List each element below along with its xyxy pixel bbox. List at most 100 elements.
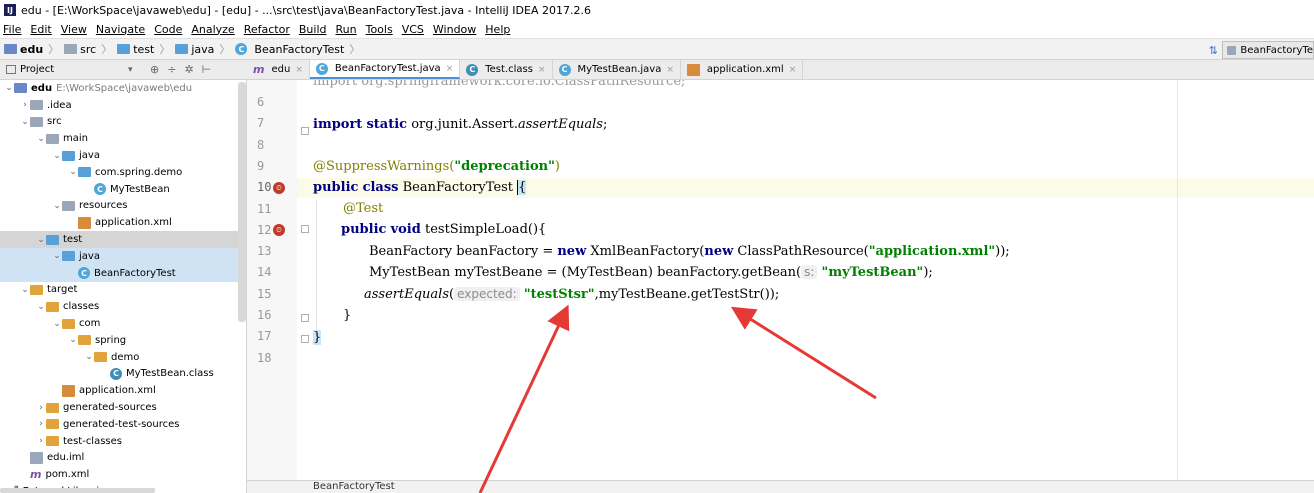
tree-item[interactable]: C BeanFactoryTest xyxy=(0,264,246,282)
tree-item[interactable]: ⌄ src xyxy=(0,114,246,131)
tree-item[interactable]: ⌄ com xyxy=(0,315,246,332)
chevron-down-icon[interactable]: ⌄ xyxy=(84,352,94,362)
tree-item[interactable]: ⌄ demo xyxy=(0,349,246,366)
chevron-down-icon[interactable]: ⌄ xyxy=(52,151,62,161)
menu-tools[interactable]: Tools xyxy=(366,23,393,36)
tree-item[interactable]: ⌄ com.spring.demo xyxy=(0,164,246,181)
menu-help[interactable]: Help xyxy=(485,23,510,36)
menu-edit[interactable]: Edit xyxy=(30,23,51,36)
tab-test-class[interactable]: C Test.class × xyxy=(460,60,553,79)
menu-code[interactable]: Code xyxy=(154,23,182,36)
chevron-right-icon[interactable]: › xyxy=(36,403,46,413)
tree-item[interactable]: › generated-test-sources xyxy=(0,416,246,433)
line-number: 16 xyxy=(257,308,272,322)
chevron-down-icon[interactable]: ⌄ xyxy=(68,335,78,345)
tree-item[interactable]: edu.iml xyxy=(0,450,246,467)
breadcrumb-src[interactable]: src 〉 xyxy=(64,41,114,57)
tree-item[interactable]: ⌄ spring xyxy=(0,332,246,349)
editor-gutter[interactable]: 6 7 8 9 10 11 12 13 14 15 16 17 18 xyxy=(247,80,297,480)
iml-file-icon xyxy=(30,451,43,464)
line-number: 12 xyxy=(257,222,272,237)
tree-scrollbar[interactable] xyxy=(238,82,246,322)
tree-item-label: MyTestBean.class xyxy=(126,368,214,380)
gear-icon[interactable]: ✲ xyxy=(184,63,193,76)
breadcrumb-edu[interactable]: edu 〉 xyxy=(4,41,61,57)
fold-marker-icon[interactable] xyxy=(301,335,309,343)
tree-item[interactable]: ⌄ test xyxy=(0,231,246,248)
close-icon[interactable]: × xyxy=(789,65,797,75)
tab-beanfactorytest-java[interactable]: C BeanFactoryTest.java × xyxy=(309,60,461,79)
chevron-down-icon[interactable]: ⌄ xyxy=(4,83,14,93)
tree-item[interactable]: application.xml xyxy=(0,214,246,231)
chevron-down-icon[interactable]: ⌄ xyxy=(52,201,62,211)
close-icon[interactable]: × xyxy=(538,65,546,75)
chevron-down-icon[interactable]: ⌄ xyxy=(20,117,30,127)
tree-item-label: java xyxy=(79,250,100,262)
fold-marker-icon[interactable] xyxy=(301,225,309,233)
tree-item[interactable]: › generated-sources xyxy=(0,399,246,416)
chevron-right-icon[interactable]: › xyxy=(36,436,46,446)
chevron-right-icon[interactable]: › xyxy=(36,419,46,429)
tree-item[interactable]: ⌄ target xyxy=(0,282,246,299)
chevron-right-icon: 〉 xyxy=(349,43,361,56)
menu-refactor[interactable]: Refactor xyxy=(244,23,290,36)
fold-marker-icon[interactable] xyxy=(301,314,309,322)
chevron-down-icon[interactable]: ⌄ xyxy=(52,319,62,329)
breadcrumb-beanfactorytest[interactable]: C BeanFactoryTest 〉 xyxy=(235,41,362,57)
chevron-down-icon[interactable]: ⌄ xyxy=(68,167,78,177)
tab-mytestbean-java[interactable]: C MyTestBean.java × xyxy=(553,60,681,79)
menu-file[interactable]: File xyxy=(3,23,21,36)
run-configuration-select[interactable]: BeanFactoryTe xyxy=(1222,41,1314,59)
chevron-down-icon[interactable]: ⌄ xyxy=(52,251,62,261)
sort-icon[interactable]: ⇅ xyxy=(1209,44,1218,57)
tree-item[interactable]: ⌄ java xyxy=(0,247,246,265)
menu-build[interactable]: Build xyxy=(299,23,327,36)
tree-item[interactable]: application.xml xyxy=(0,382,246,399)
chevron-down-icon[interactable]: ⌄ xyxy=(36,235,46,245)
chevron-down-icon[interactable]: ⌄ xyxy=(36,302,46,312)
menu-window[interactable]: Window xyxy=(433,23,476,36)
chevron-down-icon[interactable]: ⌄ xyxy=(36,134,46,144)
code-line-15: assertEquals(expected: "testStsr",myTest… xyxy=(364,287,779,302)
tree-item[interactable]: C MyTestBean.class xyxy=(0,366,246,383)
run-test-icon[interactable]: ⏲ xyxy=(273,182,285,194)
tree-item[interactable]: › .idea xyxy=(0,97,246,114)
tree-item[interactable]: ⌄ edu E:\WorkSpace\javaweb\edu xyxy=(0,80,246,97)
chevron-right-icon[interactable]: › xyxy=(20,100,30,110)
breadcrumb-java[interactable]: java 〉 xyxy=(175,41,232,57)
tree-item[interactable]: m pom.xml xyxy=(0,466,246,483)
tree-item[interactable]: ⌄ main xyxy=(0,130,246,147)
menu-analyze[interactable]: Analyze xyxy=(191,23,234,36)
editor-breadcrumb-bar[interactable]: BeanFactoryTest xyxy=(247,480,1314,493)
run-test-icon[interactable]: ⏲ xyxy=(273,224,285,236)
breadcrumb-test[interactable]: test 〉 xyxy=(117,41,172,57)
menu-run[interactable]: Run xyxy=(336,23,357,36)
tree-item[interactable]: ⌄ classes xyxy=(0,298,246,315)
chevron-down-icon[interactable]: ⌄ xyxy=(20,285,30,295)
project-panel-title[interactable]: Project xyxy=(20,64,54,75)
chevron-down-icon[interactable]: ▾ xyxy=(128,65,133,75)
menu-bar: File Edit View Navigate Code Analyze Ref… xyxy=(0,20,1314,38)
menu-vcs[interactable]: VCS xyxy=(402,23,424,36)
tree-item[interactable]: › test-classes xyxy=(0,433,246,450)
close-icon[interactable]: × xyxy=(295,65,303,75)
tab-edu[interactable]: m edu × xyxy=(247,60,310,79)
tree-item[interactable]: ⌄ java xyxy=(0,147,246,164)
tree-item[interactable]: ⌄ resources xyxy=(0,198,246,215)
menu-view[interactable]: View xyxy=(61,23,87,36)
tab-label: MyTestBean.java xyxy=(577,64,662,75)
tab-application-xml[interactable]: application.xml × xyxy=(681,60,804,79)
menu-navigate[interactable]: Navigate xyxy=(96,23,145,36)
project-panel-tools: ⊕ ÷ ✲ ⊢ xyxy=(150,63,211,76)
tab-label: BeanFactoryTest.java xyxy=(334,63,441,74)
close-icon[interactable]: × xyxy=(666,65,674,75)
target-icon[interactable]: ⊕ xyxy=(150,63,159,76)
fold-marker-icon[interactable] xyxy=(301,127,309,135)
close-icon[interactable]: × xyxy=(446,64,454,74)
collapse-icon[interactable]: ÷ xyxy=(167,63,176,76)
code-editor[interactable]: 6 7 8 9 10 11 12 13 14 15 16 17 18 ⏲ ⏲ import org.sp… xyxy=(247,80,1314,480)
tree-item-label: generated-test-sources xyxy=(63,418,180,430)
hide-icon[interactable]: ⊢ xyxy=(202,63,212,76)
tree-item[interactable]: C MyTestBean xyxy=(0,181,246,198)
tree-horizontal-scrollbar[interactable] xyxy=(0,488,155,493)
